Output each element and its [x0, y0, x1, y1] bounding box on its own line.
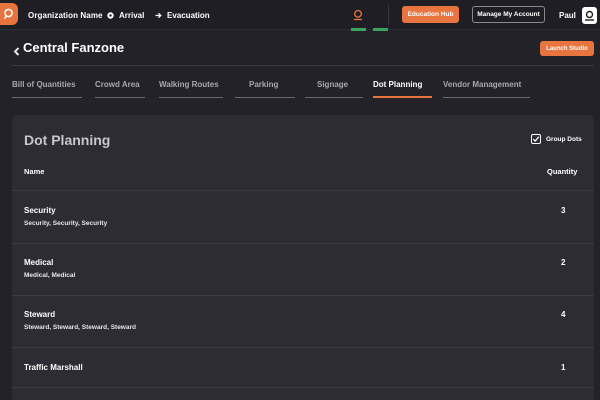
- app-logo[interactable]: [0, 3, 18, 25]
- column-header-name: Name: [24, 167, 45, 176]
- manage-account-button[interactable]: Manage My Account: [472, 6, 545, 23]
- education-hub-button[interactable]: Education Hub: [402, 6, 459, 23]
- row-divider: [12, 190, 594, 191]
- arrow-right-icon: [155, 12, 162, 19]
- tab-signage[interactable]: Signage: [305, 80, 363, 98]
- user-logo-icon: [585, 10, 594, 21]
- checkmark-icon: [532, 136, 540, 142]
- map-pin-icon[interactable]: [352, 8, 364, 26]
- row-quantity: 2: [561, 258, 566, 267]
- row-detail: Medical, Medical: [24, 272, 76, 279]
- status-indicator: [351, 28, 366, 31]
- logo-icon: [4, 8, 13, 19]
- row-name: Medical: [24, 258, 54, 267]
- row-divider: [12, 295, 594, 296]
- column-header-quantity: Quantity: [547, 167, 578, 176]
- back-chevron-icon[interactable]: [13, 43, 20, 61]
- group-dots-label[interactable]: Group Dots: [546, 136, 582, 143]
- row-detail: Steward, Steward, Steward, Steward: [24, 324, 136, 331]
- tab-bill-of-quantities[interactable]: Bill of Quantities: [12, 80, 82, 98]
- nav-evacuation-label: Evacuation: [167, 11, 210, 20]
- top-bar: Organization Name Arrival Evacuation Edu…: [0, 0, 600, 31]
- row-divider: [12, 347, 594, 348]
- row-quantity: 3: [561, 206, 566, 215]
- organization-name[interactable]: Organization Name: [28, 11, 103, 20]
- avatar[interactable]: [582, 7, 597, 24]
- row-detail: Security, Security, Security: [24, 220, 108, 227]
- tab-walking-routes[interactable]: Walking Routes: [159, 80, 223, 98]
- nav-evacuation[interactable]: Evacuation: [155, 11, 210, 20]
- row-quantity: 1: [561, 363, 566, 372]
- row-quantity: 4: [561, 310, 566, 319]
- nav-arrival-label: Arrival: [119, 11, 145, 20]
- row-divider: [12, 387, 594, 388]
- launch-studio-button[interactable]: Launch Studio: [540, 41, 594, 56]
- panel-title: Dot Planning: [24, 132, 111, 148]
- status-indicator: [373, 28, 388, 31]
- tab-dot-planning[interactable]: Dot Planning: [373, 80, 432, 98]
- group-dots-checkbox[interactable]: [531, 134, 541, 144]
- dot-planning-panel: [12, 115, 594, 400]
- row-name: Security: [24, 206, 56, 215]
- tab-crowd-area[interactable]: Crowd Area: [95, 80, 145, 98]
- row-name: Steward: [24, 310, 56, 319]
- tab-parking[interactable]: Parking: [235, 80, 295, 98]
- circle-dot-icon: [107, 12, 114, 19]
- row-divider: [12, 243, 594, 244]
- divider: [388, 5, 389, 25]
- nav-arrival[interactable]: Arrival: [107, 11, 144, 20]
- row-name: Traffic Marshall: [24, 363, 83, 372]
- user-name: Paul: [559, 11, 576, 20]
- divider: [12, 65, 594, 66]
- tab-vendor-management[interactable]: Vendor Management: [443, 80, 530, 98]
- page-title: Central Fanzone: [23, 40, 125, 55]
